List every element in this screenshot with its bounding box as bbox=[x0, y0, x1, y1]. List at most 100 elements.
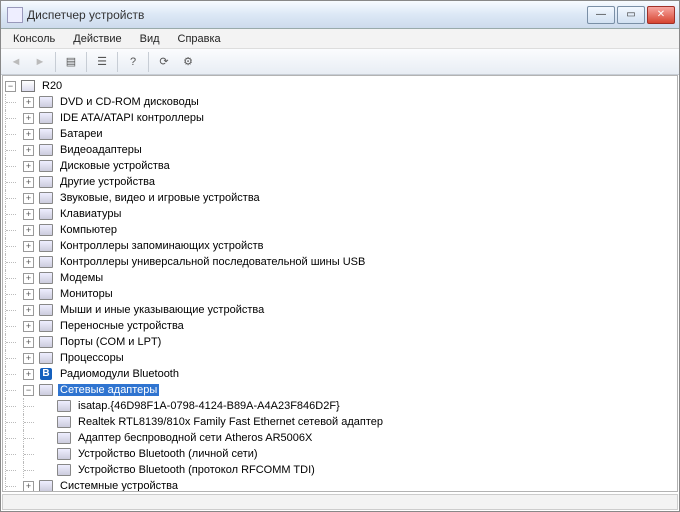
expand-icon[interactable]: + bbox=[23, 113, 34, 124]
expand-icon[interactable]: + bbox=[23, 337, 34, 348]
properties-button[interactable]: ☰ bbox=[91, 51, 113, 73]
expand-icon[interactable]: + bbox=[23, 257, 34, 268]
expand-icon[interactable]: + bbox=[23, 289, 34, 300]
device-category-icon bbox=[38, 350, 54, 366]
menu-action[interactable]: Действие bbox=[65, 31, 129, 47]
expand-icon[interactable]: + bbox=[23, 481, 34, 492]
maximize-button[interactable]: ▭ bbox=[617, 6, 645, 24]
tree-item-label: Другие устройства bbox=[58, 176, 157, 188]
expand-icon[interactable]: + bbox=[23, 273, 34, 284]
forward-button[interactable]: ► bbox=[29, 51, 51, 73]
expand-icon[interactable]: + bbox=[23, 369, 34, 380]
tree-indent bbox=[5, 110, 23, 126]
tree-category[interactable]: + Переносные устройства bbox=[5, 318, 677, 334]
window-buttons: — ▭ ✕ bbox=[587, 6, 677, 24]
tree-indent bbox=[5, 142, 23, 158]
device-category-icon bbox=[38, 206, 54, 222]
tree-device[interactable]: Адаптер беспроводной сети Atheros AR5006… bbox=[5, 430, 677, 446]
expand-icon[interactable]: + bbox=[23, 129, 34, 140]
tree-spacer bbox=[41, 449, 52, 460]
tree-category[interactable]: +Клавиатуры bbox=[5, 206, 677, 222]
expand-icon[interactable]: + bbox=[23, 305, 34, 316]
expand-icon[interactable]: + bbox=[23, 193, 34, 204]
device-category-icon bbox=[38, 142, 54, 158]
tree-indent bbox=[5, 350, 23, 366]
expand-icon[interactable]: + bbox=[23, 209, 34, 220]
tree-device[interactable]: Устройство Bluetooth (протокол RFCOMM TD… bbox=[5, 462, 677, 478]
tree-device[interactable]: Realtek RTL8139/810x Family Fast Etherne… bbox=[5, 414, 677, 430]
tree-category[interactable]: + Мыши и иные указывающие устройства bbox=[5, 302, 677, 318]
tree-item-label: Контроллеры запоминающих устройств bbox=[58, 240, 265, 252]
device-category-icon bbox=[38, 174, 54, 190]
device-action-button[interactable]: ⚙ bbox=[177, 51, 199, 73]
bluetooth-icon: B bbox=[38, 366, 54, 382]
tree-indent bbox=[5, 398, 23, 414]
back-button[interactable]: ◄ bbox=[5, 51, 27, 73]
tree-category[interactable]: + B Радиомодули Bluetooth bbox=[5, 366, 677, 382]
expand-icon[interactable]: + bbox=[23, 241, 34, 252]
expand-icon[interactable]: + bbox=[23, 225, 34, 236]
tree-indent bbox=[23, 430, 41, 446]
tree-category[interactable]: +Батареи bbox=[5, 126, 677, 142]
toolbar-separator bbox=[117, 52, 118, 72]
tree-item-label: Порты (COM и LPT) bbox=[58, 336, 163, 348]
tree-indent bbox=[5, 126, 23, 142]
device-tree-panel[interactable]: −R20+DVD и CD-ROM дисководы+IDE ATA/ATAP… bbox=[2, 75, 678, 492]
tree-item-label: Устройство Bluetooth (протокол RFCOMM TD… bbox=[76, 464, 317, 476]
tree-item-label: Устройство Bluetooth (личной сети) bbox=[76, 448, 260, 460]
tree-device[interactable]: Устройство Bluetooth (личной сети) bbox=[5, 446, 677, 462]
tree-indent bbox=[5, 302, 23, 318]
tree-item-label: Модемы bbox=[58, 272, 105, 284]
tree-category[interactable]: +Видеоадаптеры bbox=[5, 142, 677, 158]
tree-indent bbox=[5, 430, 23, 446]
close-button[interactable]: ✕ bbox=[647, 6, 675, 24]
tree-device[interactable]: isatap.{46D98F1A-0798-4124-B89A-A4A23F84… bbox=[5, 398, 677, 414]
tree-category[interactable]: +Компьютер bbox=[5, 222, 677, 238]
tree-category[interactable]: +IDE ATA/ATAPI контроллеры bbox=[5, 110, 677, 126]
tree-category[interactable]: +Системные устройства bbox=[5, 478, 677, 492]
expand-icon[interactable]: + bbox=[23, 145, 34, 156]
menu-console[interactable]: Консоль bbox=[5, 31, 63, 47]
tree-category[interactable]: +Дисковые устройства bbox=[5, 158, 677, 174]
toolbar-separator bbox=[148, 52, 149, 72]
tree-indent bbox=[5, 94, 23, 110]
tree-spacer bbox=[41, 433, 52, 444]
tree-root[interactable]: −R20 bbox=[5, 78, 677, 94]
menu-view[interactable]: Вид bbox=[132, 31, 168, 47]
tree-item-label: Контроллеры универсальной последовательн… bbox=[58, 256, 367, 268]
expand-icon[interactable]: + bbox=[23, 161, 34, 172]
expand-icon[interactable]: + bbox=[23, 97, 34, 108]
tree-category[interactable]: +DVD и CD-ROM дисководы bbox=[5, 94, 677, 110]
device-category-icon bbox=[38, 286, 54, 302]
network-adapter-icon bbox=[56, 462, 72, 478]
device-category-icon bbox=[38, 270, 54, 286]
tree-category[interactable]: −Сетевые адаптеры bbox=[5, 382, 677, 398]
collapse-icon[interactable]: − bbox=[5, 81, 16, 92]
show-tree-button[interactable]: ▤ bbox=[60, 51, 82, 73]
minimize-button[interactable]: — bbox=[587, 6, 615, 24]
tree-indent bbox=[23, 414, 41, 430]
device-category-icon bbox=[38, 478, 54, 492]
tree-category[interactable]: + Контроллеры запоминающих устройств bbox=[5, 238, 677, 254]
tree-category[interactable]: + Другие устройства bbox=[5, 174, 677, 190]
tree-indent bbox=[5, 334, 23, 350]
tree-indent bbox=[5, 414, 23, 430]
tree-category[interactable]: + Порты (COM и LPT) bbox=[5, 334, 677, 350]
tree-item-label: Мыши и иные указывающие устройства bbox=[58, 304, 266, 316]
scan-hardware-button[interactable]: ⟳ bbox=[153, 51, 175, 73]
tree-category[interactable]: +Звуковые, видео и игровые устройства bbox=[5, 190, 677, 206]
tree-indent bbox=[23, 462, 41, 478]
help-button[interactable]: ? bbox=[122, 51, 144, 73]
collapse-icon[interactable]: − bbox=[23, 385, 34, 396]
menu-help[interactable]: Справка bbox=[170, 31, 229, 47]
tree-category[interactable]: + Контроллеры универсальной последователь… bbox=[5, 254, 677, 270]
expand-icon[interactable]: + bbox=[23, 177, 34, 188]
tree-category[interactable]: + Модемы bbox=[5, 270, 677, 286]
tree-item-label: Радиомодули Bluetooth bbox=[58, 368, 181, 380]
expand-icon[interactable]: + bbox=[23, 353, 34, 364]
tree-item-label: Переносные устройства bbox=[58, 320, 186, 332]
tree-category[interactable]: +Процессоры bbox=[5, 350, 677, 366]
device-category-icon bbox=[38, 126, 54, 142]
expand-icon[interactable]: + bbox=[23, 321, 34, 332]
tree-category[interactable]: +Мониторы bbox=[5, 286, 677, 302]
